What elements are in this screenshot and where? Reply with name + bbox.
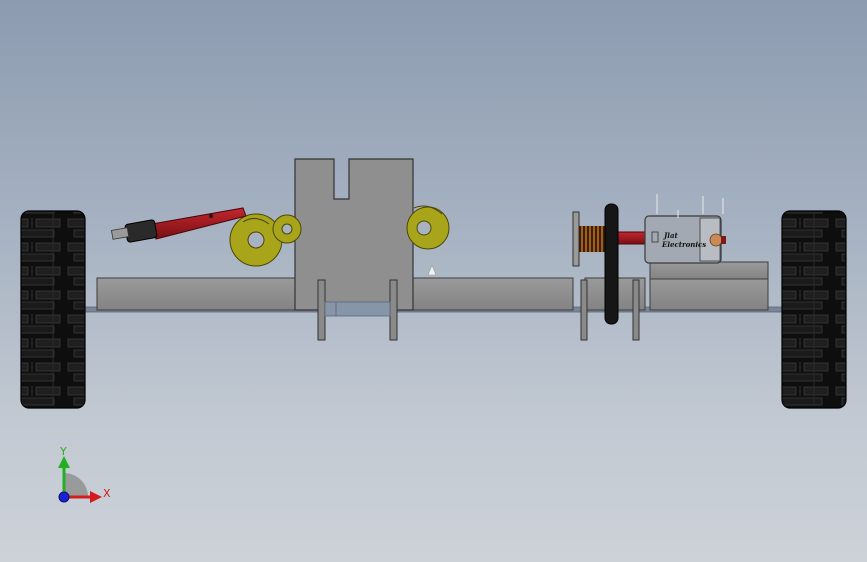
triad-y-label: Y [59, 445, 67, 458]
coordinate-triad-icon[interactable]: Y X [58, 445, 111, 503]
chassis-base[interactable] [96, 277, 769, 311]
right-wheel[interactable] [781, 210, 847, 409]
motor-label-brand: Jlat [662, 231, 679, 240]
graphics-viewport[interactable]: Jlat Electronics Y X [0, 0, 867, 562]
motor-mount[interactable] [649, 261, 769, 280]
triad-x-label: X [103, 487, 111, 500]
cam-right[interactable] [406, 205, 450, 250]
dc-motor[interactable]: Jlat Electronics [644, 194, 726, 264]
left-wheel[interactable] [20, 210, 86, 409]
cam-pair-left[interactable] [229, 213, 302, 267]
drive-shaft-vertical[interactable] [604, 203, 619, 325]
cone-marker [427, 264, 437, 276]
motor-label-sub: Electronics [661, 240, 706, 249]
linkage-rod[interactable] [110, 207, 247, 243]
